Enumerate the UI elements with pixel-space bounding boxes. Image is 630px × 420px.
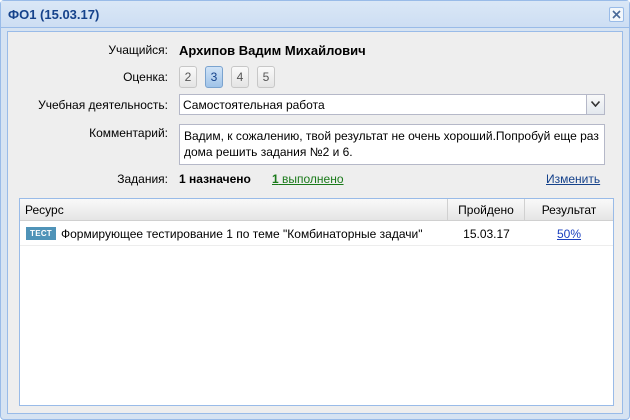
title-bar[interactable]: ФО1 (15.03.17) [1, 1, 629, 28]
student-label: Учащийся: [108, 43, 168, 57]
grade-button-2[interactable]: 2 [179, 66, 197, 88]
assignments-assigned: 1 назначено [179, 172, 251, 186]
change-assignments-link[interactable]: Изменить [546, 172, 600, 186]
grade-label: Оценка: [123, 70, 168, 84]
resources-grid: Ресурс Пройдено Результат ТЕСТ Формирующ… [19, 198, 614, 406]
result-cell: 50% [525, 222, 613, 246]
column-header-passed[interactable]: Пройдено [448, 199, 525, 221]
activity-value: Самостоятельная работа [183, 98, 325, 112]
assignments-done-link[interactable]: 1 выполнено [272, 172, 344, 186]
window-title: ФО1 (15.03.17) [8, 7, 100, 22]
comment-textarea[interactable]: Вадим, к сожалению, твой результат не оч… [179, 124, 605, 165]
assignments-done-count: 1 [272, 172, 279, 186]
test-badge: ТЕСТ [26, 227, 56, 240]
grade-button-5[interactable]: 5 [257, 66, 275, 88]
grid-header: Ресурс Пройдено Результат [20, 199, 613, 221]
column-header-resource[interactable]: Ресурс [20, 199, 448, 221]
column-header-result[interactable]: Результат [525, 199, 613, 221]
student-name: Архипов Вадим Михайлович [179, 43, 366, 58]
activity-select[interactable]: Самостоятельная работа [179, 94, 605, 115]
table-row[interactable]: ТЕСТ Формирующее тестирование 1 по теме … [20, 222, 613, 246]
passed-cell: 15.03.17 [463, 227, 510, 241]
comment-label: Комментарий: [89, 126, 168, 140]
close-button[interactable] [609, 7, 624, 22]
assignments-label: Задания: [117, 172, 168, 186]
form-panel: Учащийся: Архипов Вадим Михайлович Оценк… [7, 31, 623, 414]
activity-label: Учебная деятельность: [38, 98, 168, 112]
chevron-down-icon [591, 101, 600, 107]
grade-button-3[interactable]: 3 [205, 66, 223, 88]
assignments-done-text: выполнено [278, 172, 344, 186]
resource-cell: Формирующее тестирование 1 по теме "Комб… [61, 227, 423, 241]
result-link[interactable]: 50% [557, 227, 581, 241]
close-icon [612, 10, 621, 19]
dialog-window: ФО1 (15.03.17) Учащийся: Архипов Вадим М… [0, 0, 630, 420]
grade-button-4[interactable]: 4 [231, 66, 249, 88]
activity-dropdown-trigger[interactable] [586, 95, 604, 114]
